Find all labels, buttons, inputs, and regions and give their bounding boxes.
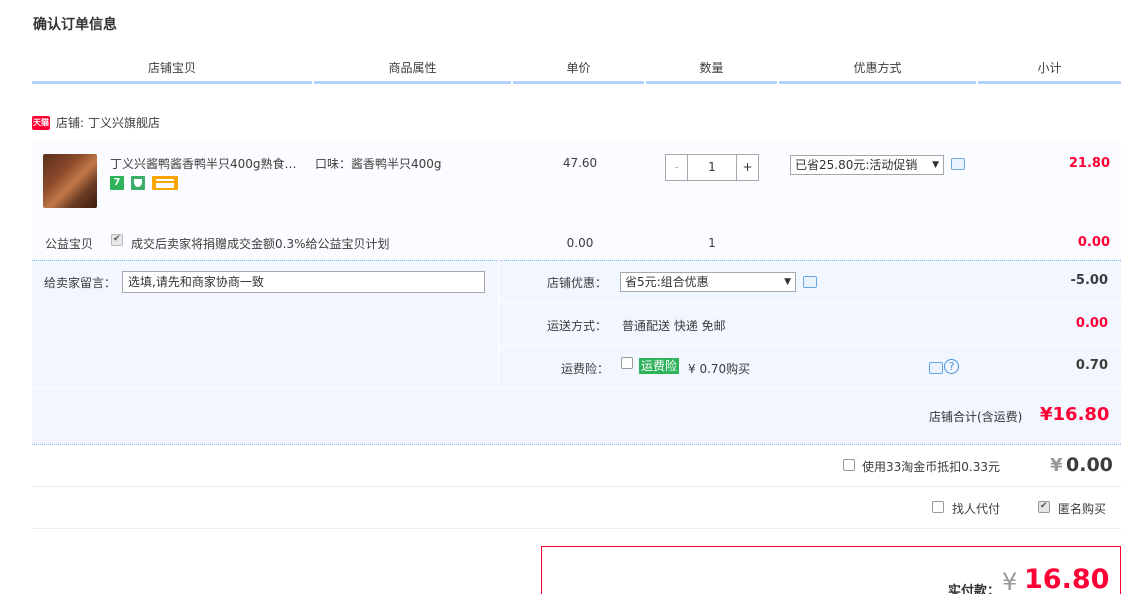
- shop-total-amount: ¥16.80: [1040, 404, 1110, 425]
- insurance-badge: 运费险: [639, 358, 680, 374]
- product-flavor: 口味：酱香鸭半只400g: [315, 157, 442, 171]
- promo-select-value: 已省25.80元:活动促销: [795, 158, 918, 172]
- shop-discount-value: 省5元:组合优惠: [625, 275, 709, 289]
- quantity-increase-button[interactable]: +: [736, 155, 758, 180]
- coins-amount: 0.00: [1066, 454, 1113, 476]
- coins-label: 使用33淘金币抵扣0.33元: [862, 460, 1000, 474]
- seven-day-return-icon: 7: [110, 176, 124, 190]
- divider: [32, 528, 1121, 529]
- panel-divider: [498, 260, 499, 388]
- column-header-shop-item: 店铺宝贝: [32, 58, 312, 84]
- unit-price: 47.60: [562, 156, 598, 170]
- quantity-decrease-button[interactable]: -: [666, 155, 688, 180]
- anonymous-checkbox[interactable]: [1038, 501, 1050, 513]
- product-name-link[interactable]: 丁义兴酱鸭酱香鸭半只400g熟食真空包装: [110, 155, 300, 172]
- column-header-unit-price: 单价: [513, 58, 644, 84]
- column-header-attributes: 商品属性: [314, 58, 511, 84]
- row-divider: [498, 302, 1121, 303]
- help-icon[interactable]: ?: [944, 359, 959, 374]
- promo-select[interactable]: 已省25.80元:活动促销 ▼: [790, 155, 944, 175]
- dropdown-arrow-icon: ▼: [784, 277, 791, 287]
- proxy-pay-checkbox[interactable]: [932, 501, 944, 513]
- quantity-input[interactable]: 1: [688, 155, 736, 180]
- comment-icon[interactable]: [803, 276, 817, 288]
- shop-label: 店铺:: [56, 116, 85, 130]
- page-title: 确认订单信息: [33, 17, 117, 33]
- anonymous-label: 匿名购买: [1058, 502, 1107, 516]
- shipping-amount: 0.00: [1075, 316, 1108, 331]
- charity-label: 公益宝贝: [45, 237, 94, 251]
- dotted-divider: [32, 444, 1121, 445]
- dotted-divider: [32, 260, 1121, 261]
- shop-discount-amount: -5.00: [1070, 273, 1108, 288]
- shop-discount-select[interactable]: 省5元:组合优惠 ▼: [620, 272, 796, 292]
- charity-checkbox: [111, 234, 123, 246]
- charity-subtotal: 0.00: [1077, 235, 1110, 250]
- column-header-discount: 优惠方式: [779, 58, 976, 84]
- charity-quantity: 1: [708, 236, 716, 250]
- quantity-stepper: - 1 +: [665, 154, 759, 181]
- coins-checkbox[interactable]: [843, 459, 855, 471]
- insurance-price-text: ¥ 0.70购买: [688, 362, 751, 376]
- shop-info: 天猫 店铺: 丁义兴旗舰店: [32, 114, 160, 131]
- comment-icon[interactable]: [951, 158, 965, 170]
- seller-message-input[interactable]: 选填,请先和商家协商一致: [122, 271, 485, 293]
- charity-text: 成交后卖家将捐赠成交金额0.3%给公益宝贝计划: [131, 237, 390, 251]
- column-header-subtotal: 小计: [978, 58, 1121, 84]
- message-label: 给卖家留言：: [44, 276, 117, 290]
- proxy-pay-label: 找人代付: [952, 502, 1001, 516]
- shipping-label: 运送方式：: [547, 319, 608, 333]
- insurance-checkbox[interactable]: [621, 357, 633, 369]
- tmall-icon: 天猫: [32, 115, 50, 130]
- coins-currency: ¥: [1050, 455, 1063, 476]
- insurance-label: 运费险：: [561, 362, 610, 376]
- shop-name-link[interactable]: 丁义兴旗舰店: [88, 114, 160, 131]
- divider: [32, 486, 1121, 487]
- row-divider: [32, 388, 1121, 389]
- final-amount: 16.80: [1024, 564, 1110, 594]
- shipping-method: 普通配送 快递 免邮: [622, 319, 726, 333]
- product-image[interactable]: [43, 154, 97, 208]
- item-subtotal: 21.80: [1068, 156, 1110, 171]
- final-label: 实付款：: [948, 584, 1001, 594]
- comment-icon[interactable]: [929, 362, 943, 374]
- credit-card-icon: [152, 176, 178, 190]
- row-divider: [498, 345, 1121, 346]
- insurance-amount: 0.70: [1075, 358, 1108, 373]
- shop-total-label: 店铺合计(含运费): [929, 410, 1023, 424]
- final-currency: ¥: [1002, 568, 1018, 594]
- shop-discount-label: 店铺优惠：: [547, 276, 608, 290]
- dropdown-arrow-icon: ▼: [932, 160, 939, 170]
- column-header-quantity: 数量: [646, 58, 777, 84]
- charity-price: 0.00: [566, 236, 594, 250]
- tmall-guarantee-icon: [131, 176, 145, 190]
